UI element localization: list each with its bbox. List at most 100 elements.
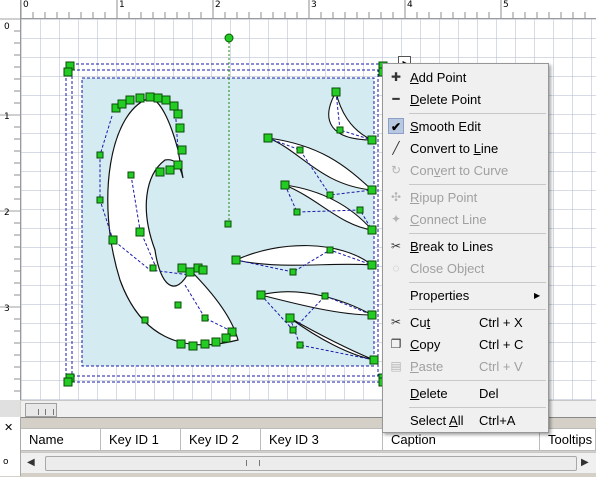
bezier-control-handle[interactable] xyxy=(289,326,297,334)
menu-item-connect-line[interactable]: ✦ Connect Line xyxy=(384,209,547,230)
control-point-handle[interactable] xyxy=(331,87,341,97)
menu-item-select-all[interactable]: Select All Ctrl+A xyxy=(384,410,547,431)
ruler-label-3: 3 xyxy=(311,0,317,10)
grid-horizontal-scrollbar[interactable]: ◀ ▶ xyxy=(21,452,596,473)
menu-item-label: Connect Line xyxy=(410,212,487,227)
control-point-handle[interactable] xyxy=(177,263,187,273)
bezier-control-handle[interactable] xyxy=(326,191,334,199)
control-point-handle[interactable] xyxy=(367,225,377,235)
ruler-label-2: 2 xyxy=(215,0,221,10)
bottom-panel-side: ✕ o xyxy=(0,417,21,476)
menu-item-label: Delete Point xyxy=(410,92,481,107)
column-header-key-id-1[interactable]: Key ID 1 xyxy=(101,429,181,450)
bezier-control-handle[interactable] xyxy=(149,264,157,272)
menu-item-delete[interactable]: Delete Del xyxy=(384,383,547,404)
submenu-arrow-icon: ▶ xyxy=(534,291,541,300)
control-point-handle[interactable] xyxy=(135,227,145,237)
menu-item-paste[interactable]: ▤ Paste Ctrl + V xyxy=(384,356,547,377)
control-point-handle[interactable] xyxy=(367,135,377,145)
control-point-handle[interactable] xyxy=(211,337,221,347)
control-point-handle[interactable] xyxy=(176,339,186,349)
menu-item-delete-point[interactable]: ━ Delete Point xyxy=(384,89,547,110)
control-point-handle[interactable] xyxy=(117,99,127,109)
control-point-handle[interactable] xyxy=(63,377,73,387)
control-point-handle[interactable] xyxy=(175,123,185,133)
control-point-handle[interactable] xyxy=(198,265,208,275)
bezier-control-handle[interactable] xyxy=(141,316,149,324)
bezier-control-handle[interactable] xyxy=(224,220,232,228)
control-point-handle[interactable] xyxy=(125,95,135,105)
control-point-handle[interactable] xyxy=(256,290,266,300)
bezier-control-handle[interactable] xyxy=(96,196,104,204)
pin-icon[interactable]: ✕ xyxy=(4,421,13,434)
control-point-handle[interactable] xyxy=(221,333,231,343)
bezier-control-handle[interactable] xyxy=(127,171,135,179)
control-point-handle[interactable] xyxy=(367,185,377,195)
control-point-handle[interactable] xyxy=(108,235,118,245)
bezier-control-handle[interactable] xyxy=(326,246,334,254)
menu-item-convert-to-line[interactable]: ╱ Convert to Line xyxy=(384,138,547,159)
column-header-key-id-3[interactable]: Key ID 3 xyxy=(261,429,383,450)
convert-curve-icon: ↻ xyxy=(390,163,402,177)
control-point-handle[interactable] xyxy=(173,109,183,119)
bezier-control-handle[interactable] xyxy=(336,126,344,134)
bezier-control-handle[interactable] xyxy=(356,206,364,214)
control-point-handle[interactable] xyxy=(177,145,187,155)
convert-line-icon: ╱ xyxy=(392,141,400,155)
control-point-handle[interactable] xyxy=(173,160,183,170)
control-point-handle[interactable] xyxy=(200,339,210,349)
menu-item-label: Select All xyxy=(410,413,464,428)
control-point-handle[interactable] xyxy=(263,133,273,143)
context-menu: ✚ Add Point ━ Delete Point ✔ Smooth Edit ╱ Conv… xyxy=(382,63,549,433)
control-point-handle[interactable] xyxy=(285,313,295,323)
top-ruler: 0 1 2 3 4 5 xyxy=(0,0,596,19)
menu-item-copy[interactable]: ❐ Copy Ctrl + C xyxy=(384,334,547,355)
menu-item-label: Paste xyxy=(410,359,444,374)
ripup-point-icon: ✣ xyxy=(390,190,402,204)
menu-separator xyxy=(409,380,546,381)
rotation-handle[interactable] xyxy=(224,33,234,43)
control-point-handle[interactable] xyxy=(369,355,379,365)
control-point-handle[interactable] xyxy=(185,267,195,277)
scroll-right-icon[interactable]: ▶ xyxy=(581,457,589,468)
column-header-key-id-2[interactable]: Key ID 2 xyxy=(181,429,261,450)
menu-item-properties[interactable]: Properties ▶ xyxy=(384,285,547,306)
menu-item-shortcut: Ctrl + X xyxy=(479,315,523,330)
bezier-control-handle[interactable] xyxy=(201,314,209,322)
scroll-left-icon[interactable]: ◀ xyxy=(27,457,35,468)
control-point-handle[interactable] xyxy=(161,95,171,105)
grid-scroll-thumb[interactable] xyxy=(45,456,577,471)
control-point-handle[interactable] xyxy=(280,180,290,190)
menu-item-close-object[interactable]: ◌ Close Object xyxy=(384,258,547,279)
control-point-handle[interactable] xyxy=(231,255,241,265)
bezier-control-handle[interactable] xyxy=(293,208,301,216)
ruler-label-1: 1 xyxy=(119,0,125,10)
bezier-control-handle[interactable] xyxy=(289,268,297,276)
menu-item-label: Copy xyxy=(410,337,441,352)
control-point-handle[interactable] xyxy=(188,341,198,351)
column-header-name[interactable]: Name xyxy=(21,429,101,450)
bezier-control-handle[interactable] xyxy=(96,151,104,159)
bezier-control-handle[interactable] xyxy=(321,292,329,300)
bezier-control-handle[interactable] xyxy=(174,301,182,309)
control-point-handle[interactable] xyxy=(63,67,73,77)
menu-item-cut[interactable]: ✂ Cut Ctrl + X xyxy=(384,312,547,333)
menu-item-smooth-edit[interactable]: ✔ Smooth Edit xyxy=(384,116,547,137)
scrollbar-thumb[interactable] xyxy=(25,403,57,417)
bezier-control-handle[interactable] xyxy=(296,146,304,154)
menu-item-break-to-lines[interactable]: ✂ Break to Lines xyxy=(384,236,547,257)
control-point-handle[interactable] xyxy=(165,165,175,175)
left-ruler-label-0: 0 xyxy=(4,22,10,32)
menu-item-ripup-point[interactable]: ✣ Ripup Point xyxy=(384,187,547,208)
control-point-handle[interactable] xyxy=(169,101,179,111)
control-point-handle[interactable] xyxy=(153,93,163,103)
control-point-handle[interactable] xyxy=(135,93,145,103)
control-point-handle[interactable] xyxy=(367,260,377,270)
bezier-control-handle[interactable] xyxy=(296,341,304,349)
control-point-handle[interactable] xyxy=(367,310,377,320)
control-point-handle[interactable] xyxy=(145,92,155,102)
control-point-handle[interactable] xyxy=(155,167,165,177)
menu-separator xyxy=(409,184,546,185)
menu-item-add-point[interactable]: ✚ Add Point xyxy=(384,67,547,88)
menu-item-convert-to-curve[interactable]: ↻ Convert to Curve xyxy=(384,160,547,181)
